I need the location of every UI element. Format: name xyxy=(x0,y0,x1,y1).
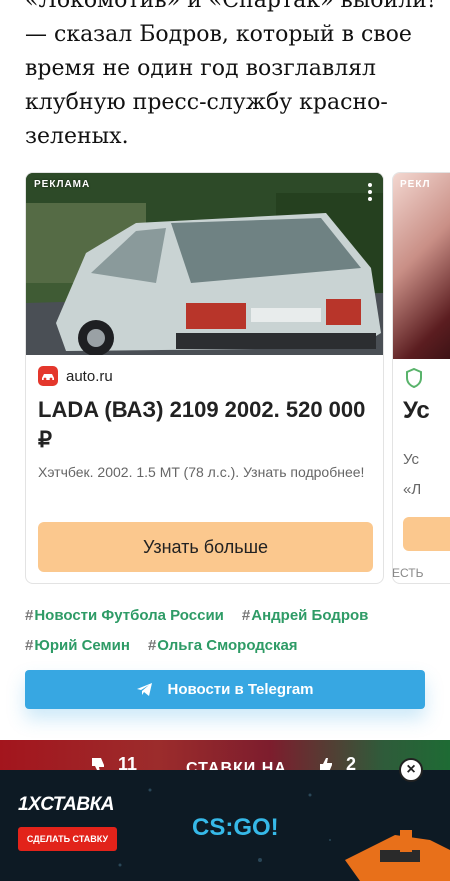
telegram-button-label: Новости в Telegram xyxy=(167,681,314,698)
shield-icon xyxy=(406,368,422,388)
ad-description: Хэтчбек. 2002. 1.5 MT (78 л.с.). Узнать … xyxy=(38,464,365,480)
ad-next-label: РЕКЛ xyxy=(400,179,431,190)
article-line: зеленых. xyxy=(25,124,129,149)
ad-next-description: Ус «Л xyxy=(403,445,450,505)
ad-next-photo[interactable] xyxy=(393,173,450,359)
ad-title[interactable]: LADA (ВАЗ) 2109 2002. 520 000 ₽ xyxy=(38,395,373,455)
auto-ru-logo-icon xyxy=(38,366,58,386)
bet-game-title: CS:GO! xyxy=(192,814,279,841)
tag-link[interactable]: #Ольга Смородская xyxy=(148,637,298,654)
learn-more-button[interactable]: Узнать больше xyxy=(38,522,373,572)
ad-next-desc-line: «Л xyxy=(403,481,422,498)
article-body: «Локомотив» и «Спартак» выбили! — сказал… xyxy=(25,0,436,154)
ad-next-footer: ЕСТЬ xyxy=(392,566,424,580)
tag-row: #Новости Футбола России #Андрей Бодров xyxy=(25,600,435,630)
ad-source[interactable]: auto.ru xyxy=(38,366,113,386)
ad-card-next[interactable]: РЕКЛ Ус Ус «Л xyxy=(392,172,450,584)
more-vertical-icon[interactable] xyxy=(367,183,373,205)
article-tags: #Новости Футбола России #Андрей Бодров #… xyxy=(25,600,435,660)
ad-car-photo[interactable]: РЕКЛАМА xyxy=(26,173,383,355)
tag-link[interactable]: #Юрий Семин xyxy=(25,637,130,654)
ad-label: РЕКЛАМА xyxy=(34,179,91,190)
article-cut-line: «Локомотив» и «Спартак» выбили! xyxy=(25,0,436,13)
telegram-plane-icon xyxy=(136,682,153,697)
article-line: — сказал Бодров, который в свое xyxy=(25,22,412,47)
ad-source-name: auto.ru xyxy=(66,367,113,385)
tag-row: #Юрий Семин #Ольга Смородская xyxy=(25,630,435,660)
ad-next-title[interactable]: Ус xyxy=(403,397,430,425)
article-line: время не один год возглавлял xyxy=(25,56,377,81)
close-icon[interactable]: × xyxy=(399,758,423,782)
ad-next-button[interactable] xyxy=(403,517,450,551)
place-bet-button[interactable]: СДЕЛАТЬ СТАВКУ xyxy=(18,827,117,851)
tag-link[interactable]: #Новости Футбола России xyxy=(25,607,224,624)
ad-next-desc-line: Ус xyxy=(403,451,420,468)
article-line: клубную пресс-службу красно- xyxy=(25,90,388,115)
tag-link[interactable]: #Андрей Бодров xyxy=(242,607,368,624)
sticky-ad-banner[interactable]: 1XСТАВКА СДЕЛАТЬ СТАВКУ CS:GO! xyxy=(0,770,450,881)
bet-brand-logo: 1XСТАВКА xyxy=(18,794,114,815)
telegram-news-button[interactable]: Новости в Telegram xyxy=(25,670,425,709)
ad-card-auto[interactable]: РЕКЛАМА auto.ru LADA (ВАЗ) 2109 2002. 52… xyxy=(25,172,384,584)
